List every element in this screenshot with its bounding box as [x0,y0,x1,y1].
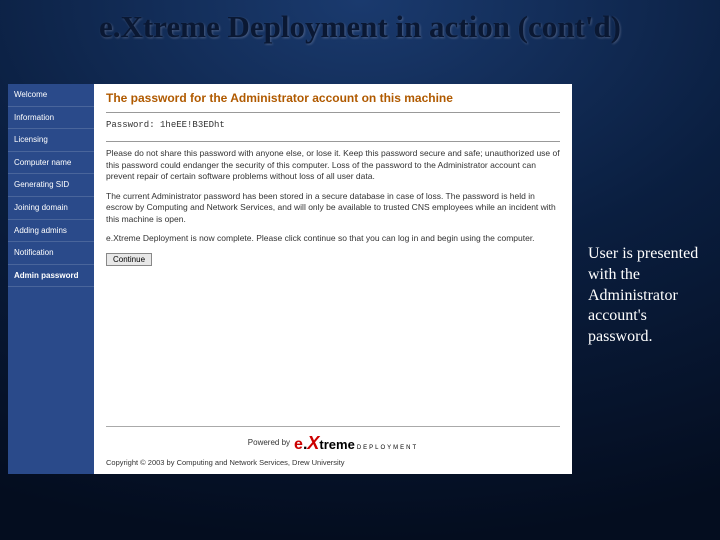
password-label: Password: [106,120,155,130]
footer: Powered by e.Xtreme DEPLOYMENT Copyright… [106,426,560,474]
sidebar-item-label: Licensing [14,135,48,145]
slide-caption: User is presented with the Administrator… [588,244,708,348]
sidebar-item-information[interactable]: Information [8,107,94,130]
sidebar-item-computer-name[interactable]: Computer name [8,152,94,175]
app-window: Welcome Information Licensing Computer n… [8,84,572,474]
copyright-text: Copyright © 2003 by Computing and Networ… [106,456,560,472]
completion-paragraph: e.Xtreme Deployment is now complete. Ple… [106,233,560,244]
warning-paragraph: Please do not share this password with a… [106,148,560,182]
sidebar-item-label: Notification [14,248,54,258]
sidebar-item-notification[interactable]: Notification [8,242,94,265]
sidebar-item-label: Admin password [14,271,78,281]
continue-button[interactable]: Continue [106,253,152,266]
slide-title: e.Xtreme Deployment in action (cont'd) [0,0,720,45]
password-value: 1heEE!B3EDht [160,120,225,130]
divider [106,112,560,113]
sidebar-item-label: Joining domain [14,203,68,213]
escrow-paragraph: The current Administrator password has b… [106,191,560,225]
sidebar-item-label: Information [14,113,54,123]
logo-subtitle: DEPLOYMENT [357,444,418,452]
sidebar-item-label: Welcome [14,90,47,100]
sidebar-item-admin-password[interactable]: Admin password [8,265,94,288]
content-pane: The password for the Administrator accou… [94,84,572,474]
content-heading: The password for the Administrator accou… [106,90,560,106]
sidebar-item-label: Adding admins [14,226,67,236]
logo-x: X [307,431,319,455]
sidebar-item-adding-admins[interactable]: Adding admins [8,220,94,243]
sidebar-item-welcome[interactable]: Welcome [8,84,94,107]
logo-e: e [294,434,303,456]
sidebar-item-generating-sid[interactable]: Generating SID [8,174,94,197]
wizard-sidebar: Welcome Information Licensing Computer n… [8,84,94,474]
sidebar-item-joining-domain[interactable]: Joining domain [8,197,94,220]
password-line: Password: 1heEE!B3EDht [106,119,560,131]
powered-by-label: Powered by [248,438,290,449]
extreme-logo: e.Xtreme DEPLOYMENT [294,431,418,456]
sidebar-item-label: Computer name [14,158,71,168]
sidebar-item-licensing[interactable]: Licensing [8,129,94,152]
logo-rest: treme [319,436,354,454]
divider [106,141,560,142]
sidebar-item-label: Generating SID [14,180,69,190]
